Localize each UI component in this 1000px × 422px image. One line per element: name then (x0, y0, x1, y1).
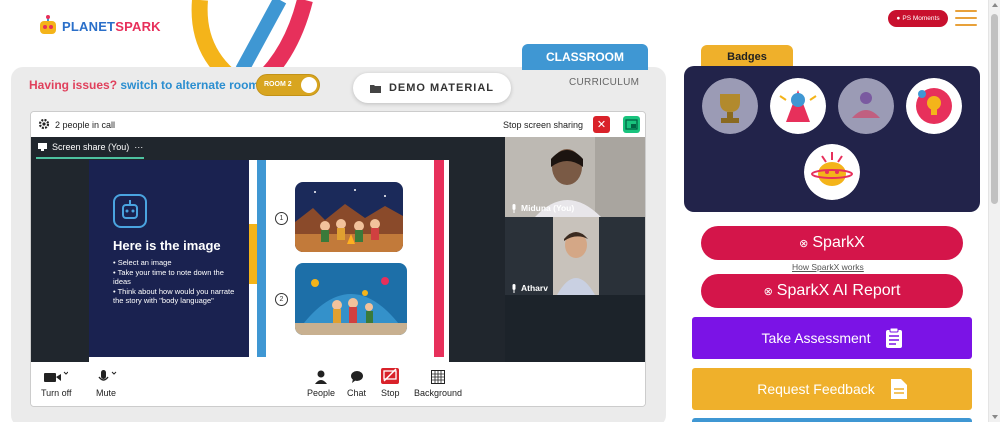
participant-tile[interactable]: Miduna (You) (505, 137, 645, 217)
picture-in-picture-icon (625, 119, 638, 130)
next-action-button-edge[interactable] (692, 418, 972, 422)
slide-bullet: • Take your time to note down the ideas (113, 268, 224, 286)
pip-button[interactable] (623, 116, 640, 133)
slide-instructions-panel: Here is the image • Select an image • Ta… (89, 160, 249, 357)
folder-icon (369, 84, 381, 93)
screen-icon (38, 143, 47, 151)
trophy-badge-icon[interactable] (702, 78, 758, 134)
slide-bullet: • Think about how would you narrate the … (113, 287, 235, 305)
stop-sharing-button[interactable]: ✕ (593, 116, 610, 133)
stop-screen-share-icon (381, 368, 400, 384)
hero-badge-icon[interactable] (770, 78, 826, 134)
clipboard-icon (886, 328, 903, 348)
people-button[interactable]: People (307, 370, 335, 398)
microphone-icon (512, 283, 516, 293)
planetspark-logo[interactable]: PLANETSPARK (38, 15, 161, 37)
background-button[interactable]: Background (414, 370, 462, 398)
sparkx-button[interactable]: ⊗ SparkX (701, 226, 963, 260)
lightbulb-badge-icon[interactable] (906, 78, 962, 134)
ps-moments-label: PS Moments (902, 15, 940, 22)
lotus-badge-icon[interactable] (838, 78, 894, 134)
demo-material-button[interactable]: DEMO MATERIAL (353, 73, 511, 103)
robot-logo-icon (40, 15, 56, 34)
microphone-icon (512, 203, 516, 213)
participant-name: Miduna (You) (511, 203, 574, 213)
slide-accent-blue (257, 160, 266, 357)
people-count: 2 people in call (55, 120, 116, 130)
slide-accent-red (434, 160, 444, 357)
more-options-icon[interactable]: ··· (134, 142, 143, 152)
tab-curriculum[interactable]: CURRICULUM (569, 77, 639, 88)
chat-bubble-icon (350, 371, 363, 383)
stop-share-button[interactable]: Stop (381, 368, 400, 398)
ps-moments-button[interactable]: ● PS Moments (888, 10, 948, 27)
participant-tile[interactable]: Atharv (505, 217, 645, 295)
microphone-icon (98, 370, 117, 381)
sparkx-icon: ⊗ (799, 237, 809, 250)
active-tab-indicator (36, 157, 144, 159)
sparkx-icon: ⊗ (763, 285, 773, 298)
option-number: 2 (275, 293, 288, 306)
issue-prompt: Having issues? switch to alternate room (29, 78, 259, 92)
person-icon (315, 370, 328, 384)
option-number: 1 (275, 212, 288, 225)
ps-moments-icon: ● (896, 15, 901, 22)
chat-button[interactable]: Chat (347, 370, 366, 398)
slide-bullets: • Select an image • Take your time to no… (113, 258, 243, 306)
campfire-scene-image[interactable] (295, 182, 403, 252)
slide-bullet: • Select an image (113, 258, 172, 267)
background-grid-icon (431, 370, 446, 384)
tab-classroom[interactable]: CLASSROOM (522, 44, 648, 70)
stop-sharing-label: Stop screen sharing (503, 120, 584, 130)
video-call-window: 2 people in call Stop screen sharing ✕ S… (30, 111, 646, 407)
demo-material-label: DEMO MATERIAL (388, 82, 495, 94)
video-camera-icon (44, 371, 69, 382)
room-toggle[interactable]: ROOM 2 (256, 74, 320, 96)
page-scrollbar[interactable] (988, 0, 1000, 422)
toggle-knob (301, 77, 317, 93)
how-sparkx-works-link[interactable]: How SparkX works (792, 262, 864, 272)
logo-text: PLANETSPARK (62, 18, 161, 34)
room-toggle-label: ROOM 2 (264, 81, 292, 88)
participant-name: Atharv (511, 283, 548, 293)
call-top-bar: 2 people in call Stop screen sharing ✕ (31, 112, 645, 137)
call-controls: Turn off Mute People Chat Stop Backgroun… (31, 362, 645, 406)
sparkx-ai-report-button[interactable]: ⊗ SparkX AI Report (701, 274, 963, 308)
screen-share-label: Screen share (You) ··· (38, 142, 143, 152)
participant-tiles: Miduna (You) Atharv (505, 137, 645, 362)
mute-button[interactable]: Mute (94, 370, 118, 398)
camera-toggle-button[interactable]: Turn off (41, 370, 72, 398)
gear-icon[interactable] (38, 118, 50, 130)
request-feedback-button[interactable]: Request Feedback (692, 368, 972, 410)
screen-share-stage: Screen share (You) ··· Here is the image… (31, 137, 505, 362)
robot-icon (113, 194, 147, 228)
issue-question: Having issues? (29, 78, 118, 92)
aquarium-scene-image[interactable] (295, 263, 407, 335)
document-icon (890, 379, 907, 399)
robot-badge-icon[interactable] (804, 144, 860, 200)
alternate-room-link[interactable]: switch to alternate room (120, 78, 259, 92)
menu-hamburger-icon[interactable] (955, 10, 977, 28)
close-icon: ✕ (596, 119, 607, 131)
slide-title: Here is the image (113, 238, 221, 253)
take-assessment-button[interactable]: Take Assessment (692, 317, 972, 359)
shared-slide: Here is the image • Select an image • Ta… (89, 160, 449, 362)
badges-panel (684, 66, 980, 212)
